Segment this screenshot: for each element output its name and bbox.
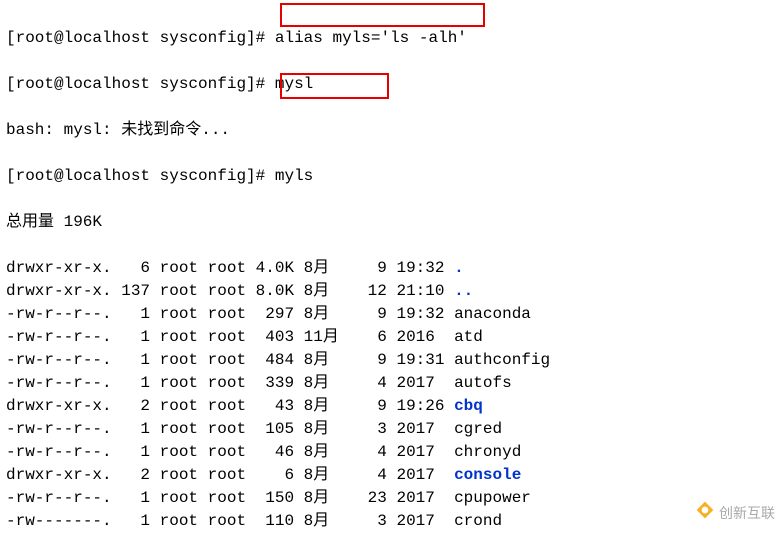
bash-error: bash: mysl: 未找到命令... — [6, 119, 775, 142]
file-name: cbq — [454, 397, 483, 415]
list-item: drwxr-xr-x. 2 root root 43 8月 9 19:26 cb… — [6, 395, 775, 418]
list-item: drwxr-xr-x. 2 root root 6 8月 4 2017 cons… — [6, 464, 775, 487]
command-line: [root@localhost sysconfig]# alias myls='… — [6, 27, 775, 50]
total-line: 总用量 196K — [6, 211, 775, 234]
list-item: -rw-r--r--. 1 root root 339 8月 4 2017 au… — [6, 372, 775, 395]
file-name: anaconda — [454, 305, 531, 323]
shell-prompt: [root@localhost sysconfig]# — [6, 167, 265, 185]
list-item: -rw-r--r--. 1 root root 105 8月 3 2017 cg… — [6, 418, 775, 441]
file-name: chronyd — [454, 443, 521, 461]
terminal-output[interactable]: [root@localhost sysconfig]# alias myls='… — [0, 0, 781, 533]
command-line: [root@localhost sysconfig]# mysl — [6, 73, 775, 96]
myls-command: myls — [275, 167, 313, 185]
list-item: -rw-r--r--. 1 root root 403 11月 6 2016 a… — [6, 326, 775, 349]
list-item: drwxr-xr-x. 6 root root 4.0K 8月 9 19:32 … — [6, 257, 775, 280]
watermark: 创新互联 — [695, 500, 775, 527]
typo-command: mysl — [275, 75, 313, 93]
file-name: atd — [454, 328, 483, 346]
list-item: drwxr-xr-x. 137 root root 8.0K 8月 12 21:… — [6, 280, 775, 303]
shell-prompt: [root@localhost sysconfig]# — [6, 75, 265, 93]
file-name: . — [454, 259, 464, 277]
file-name: console — [454, 466, 521, 484]
watermark-logo-icon — [695, 500, 715, 527]
file-name: crond — [454, 512, 502, 530]
alias-command: alias myls='ls -alh' — [275, 29, 467, 47]
shell-prompt: [root@localhost sysconfig]# — [6, 29, 265, 47]
file-listing: drwxr-xr-x. 6 root root 4.0K 8月 9 19:32 … — [6, 257, 775, 533]
file-name: cpupower — [454, 489, 531, 507]
file-name: cgred — [454, 420, 502, 438]
command-line: [root@localhost sysconfig]# myls — [6, 165, 775, 188]
list-item: -rw-r--r--. 1 root root 297 8月 9 19:32 a… — [6, 303, 775, 326]
list-item: -rw-------. 1 root root 110 8月 3 2017 cr… — [6, 510, 775, 533]
file-name: autofs — [454, 374, 512, 392]
file-name: authconfig — [454, 351, 550, 369]
list-item: -rw-r--r--. 1 root root 150 8月 23 2017 c… — [6, 487, 775, 510]
watermark-text: 创新互联 — [719, 502, 775, 525]
file-name: .. — [454, 282, 473, 300]
list-item: -rw-r--r--. 1 root root 46 8月 4 2017 chr… — [6, 441, 775, 464]
list-item: -rw-r--r--. 1 root root 484 8月 9 19:31 a… — [6, 349, 775, 372]
